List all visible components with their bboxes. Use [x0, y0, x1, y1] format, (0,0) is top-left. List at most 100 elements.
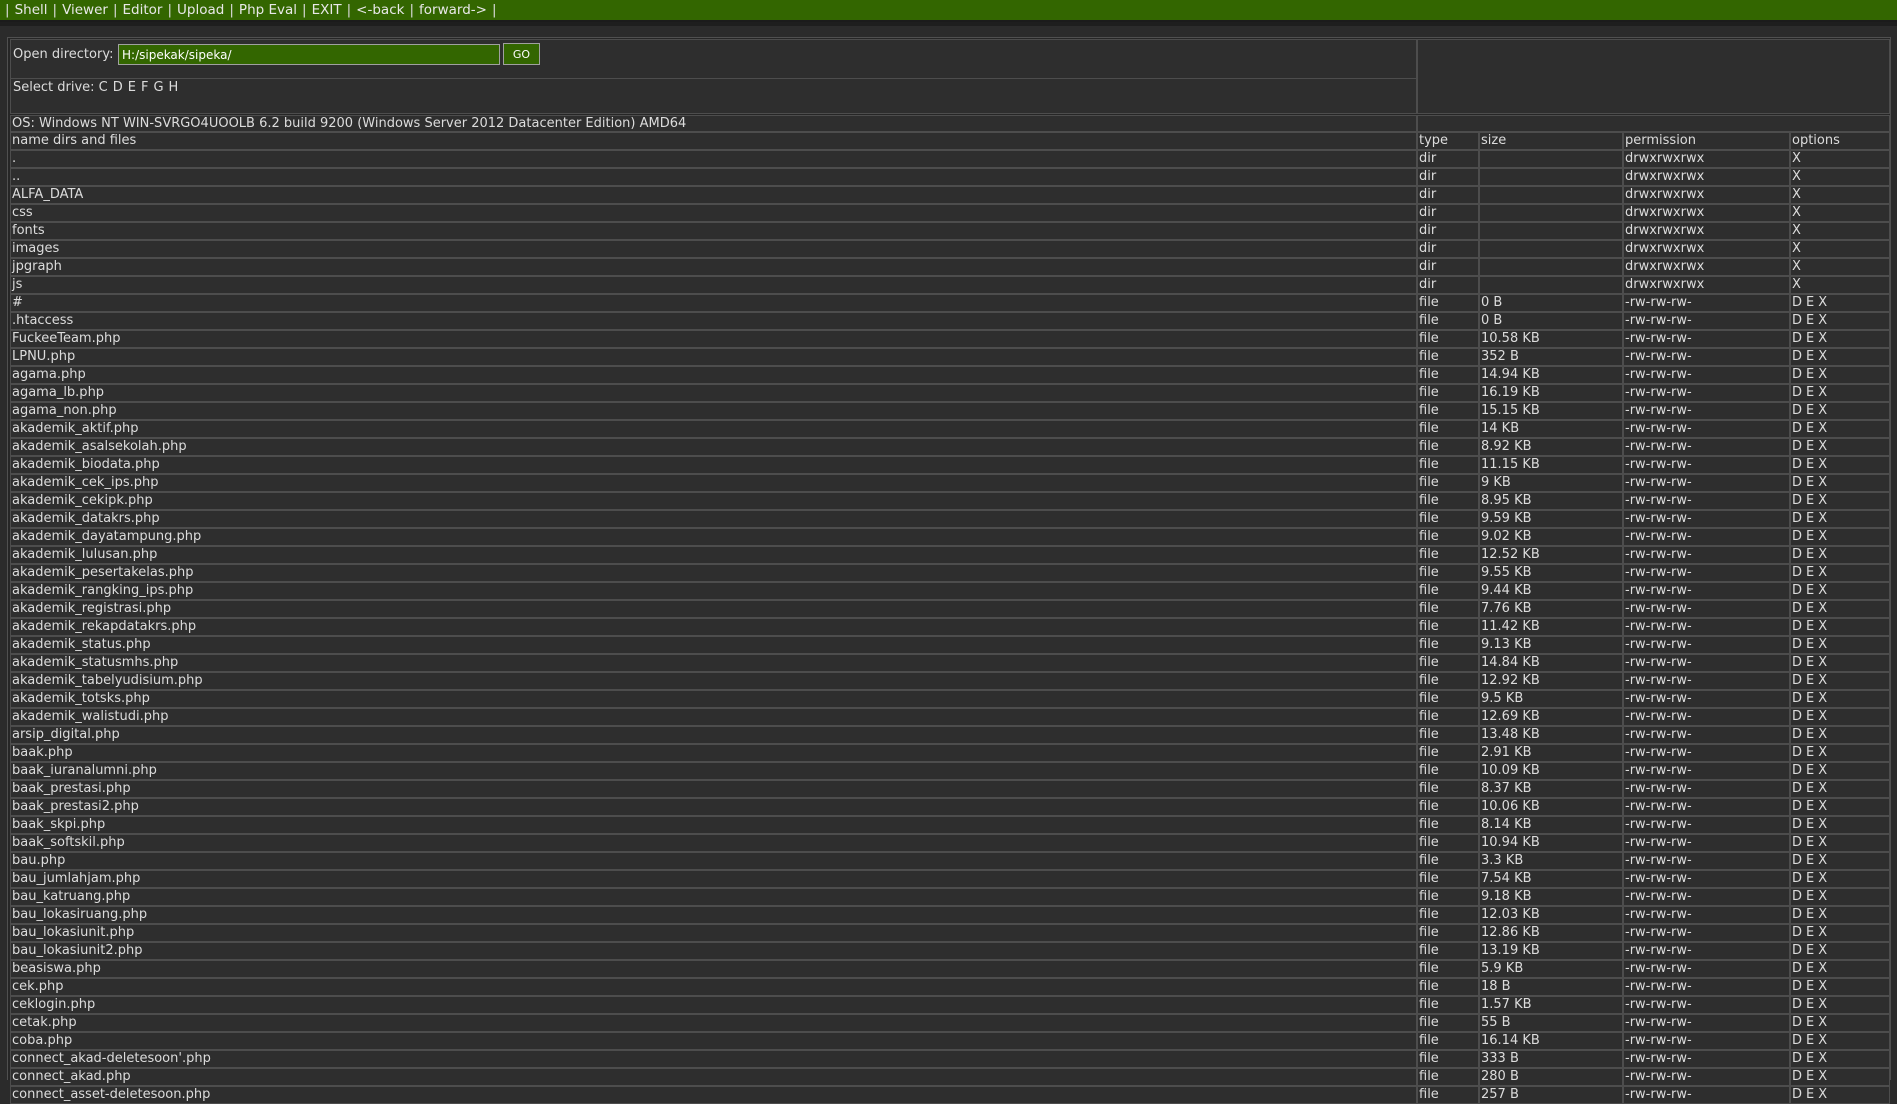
- delete-link[interactable]: X: [1818, 565, 1827, 580]
- file-name-link[interactable]: akademik_biodata.php: [10, 456, 1417, 474]
- delete-link[interactable]: X: [1818, 745, 1827, 760]
- file-name-link[interactable]: bau_lokasiunit.php: [10, 924, 1417, 942]
- file-name-link[interactable]: akademik_statusmhs.php: [10, 654, 1417, 672]
- edit-link[interactable]: E: [1806, 403, 1814, 418]
- directory-name-link[interactable]: ALFA_DATA: [10, 186, 1417, 204]
- file-name-link[interactable]: FuckeeTeam.php: [10, 330, 1417, 348]
- drive-link-h[interactable]: H: [169, 80, 179, 95]
- delete-link[interactable]: X: [1818, 925, 1827, 940]
- file-name-link[interactable]: akademik_walistudi.php: [10, 708, 1417, 726]
- download-link[interactable]: D: [1792, 871, 1802, 886]
- download-link[interactable]: D: [1792, 925, 1802, 940]
- delete-link[interactable]: X: [1818, 367, 1827, 382]
- download-link[interactable]: D: [1792, 367, 1802, 382]
- delete-link[interactable]: X: [1818, 493, 1827, 508]
- download-link[interactable]: D: [1792, 907, 1802, 922]
- edit-link[interactable]: E: [1806, 367, 1814, 382]
- file-name-link[interactable]: bau_jumlahjam.php: [10, 870, 1417, 888]
- download-link[interactable]: D: [1792, 673, 1802, 688]
- download-link[interactable]: D: [1792, 493, 1802, 508]
- download-link[interactable]: D: [1792, 961, 1802, 976]
- edit-link[interactable]: E: [1806, 727, 1814, 742]
- download-link[interactable]: D: [1792, 529, 1802, 544]
- delete-link[interactable]: X: [1792, 223, 1801, 238]
- download-link[interactable]: D: [1792, 997, 1802, 1012]
- delete-link[interactable]: X: [1792, 277, 1801, 292]
- edit-link[interactable]: E: [1806, 691, 1814, 706]
- file-name-link[interactable]: ceklogin.php: [10, 996, 1417, 1014]
- nav-link-exit[interactable]: EXIT: [312, 2, 342, 18]
- edit-link[interactable]: E: [1806, 799, 1814, 814]
- delete-link[interactable]: X: [1818, 907, 1827, 922]
- file-name-link[interactable]: akademik_rangking_ips.php: [10, 582, 1417, 600]
- delete-link[interactable]: X: [1818, 961, 1827, 976]
- delete-link[interactable]: X: [1818, 799, 1827, 814]
- edit-link[interactable]: E: [1806, 763, 1814, 778]
- file-name-link[interactable]: cek.php: [10, 978, 1417, 996]
- edit-link[interactable]: E: [1806, 907, 1814, 922]
- file-name-link[interactable]: connect_asset-deletesoon.php: [10, 1086, 1417, 1104]
- delete-link[interactable]: X: [1818, 1033, 1827, 1048]
- download-link[interactable]: D: [1792, 853, 1802, 868]
- edit-link[interactable]: E: [1806, 781, 1814, 796]
- file-name-link[interactable]: akademik_cekipk.php: [10, 492, 1417, 510]
- edit-link[interactable]: E: [1806, 673, 1814, 688]
- delete-link[interactable]: X: [1792, 205, 1801, 220]
- delete-link[interactable]: X: [1818, 295, 1827, 310]
- download-link[interactable]: D: [1792, 313, 1802, 328]
- download-link[interactable]: D: [1792, 1033, 1802, 1048]
- delete-link[interactable]: X: [1818, 727, 1827, 742]
- edit-link[interactable]: E: [1806, 835, 1814, 850]
- download-link[interactable]: D: [1792, 943, 1802, 958]
- file-name-link[interactable]: connect_akad.php: [10, 1068, 1417, 1086]
- download-link[interactable]: D: [1792, 439, 1802, 454]
- edit-link[interactable]: E: [1806, 1051, 1814, 1066]
- directory-name-link[interactable]: .: [10, 150, 1417, 168]
- file-name-link[interactable]: akademik_cek_ips.php: [10, 474, 1417, 492]
- edit-link[interactable]: E: [1806, 871, 1814, 886]
- delete-link[interactable]: X: [1818, 655, 1827, 670]
- edit-link[interactable]: E: [1806, 511, 1814, 526]
- file-name-link[interactable]: baak_skpi.php: [10, 816, 1417, 834]
- edit-link[interactable]: E: [1806, 619, 1814, 634]
- file-name-link[interactable]: baak_iuranalumni.php: [10, 762, 1417, 780]
- file-name-link[interactable]: akademik_datakrs.php: [10, 510, 1417, 528]
- edit-link[interactable]: E: [1806, 601, 1814, 616]
- download-link[interactable]: D: [1792, 709, 1802, 724]
- file-name-link[interactable]: LPNU.php: [10, 348, 1417, 366]
- edit-link[interactable]: E: [1806, 817, 1814, 832]
- edit-link[interactable]: E: [1806, 961, 1814, 976]
- edit-link[interactable]: E: [1806, 439, 1814, 454]
- file-name-link[interactable]: akademik_rekapdatakrs.php: [10, 618, 1417, 636]
- drive-link-g[interactable]: G: [153, 80, 163, 95]
- edit-link[interactable]: E: [1806, 547, 1814, 562]
- file-name-link[interactable]: akademik_asalsekolah.php: [10, 438, 1417, 456]
- delete-link[interactable]: X: [1818, 817, 1827, 832]
- edit-link[interactable]: E: [1806, 709, 1814, 724]
- edit-link[interactable]: E: [1806, 1069, 1814, 1084]
- edit-link[interactable]: E: [1806, 925, 1814, 940]
- drive-link-e[interactable]: E: [128, 80, 136, 95]
- download-link[interactable]: D: [1792, 511, 1802, 526]
- delete-link[interactable]: X: [1792, 169, 1801, 184]
- file-name-link[interactable]: cetak.php: [10, 1014, 1417, 1032]
- file-name-link[interactable]: #: [10, 294, 1417, 312]
- edit-link[interactable]: E: [1806, 889, 1814, 904]
- edit-link[interactable]: E: [1806, 943, 1814, 958]
- download-link[interactable]: D: [1792, 475, 1802, 490]
- drive-link-c[interactable]: C: [99, 80, 108, 95]
- edit-link[interactable]: E: [1806, 565, 1814, 580]
- file-name-link[interactable]: bau_lokasiruang.php: [10, 906, 1417, 924]
- file-name-link[interactable]: baak_softskil.php: [10, 834, 1417, 852]
- file-name-link[interactable]: baak_prestasi2.php: [10, 798, 1417, 816]
- download-link[interactable]: D: [1792, 1069, 1802, 1084]
- edit-link[interactable]: E: [1806, 637, 1814, 652]
- delete-link[interactable]: X: [1818, 403, 1827, 418]
- file-name-link[interactable]: agama_non.php: [10, 402, 1417, 420]
- download-link[interactable]: D: [1792, 403, 1802, 418]
- file-name-link[interactable]: connect_akad-deletesoon'.php: [10, 1050, 1417, 1068]
- edit-link[interactable]: E: [1806, 853, 1814, 868]
- download-link[interactable]: D: [1792, 547, 1802, 562]
- nav-link-shell[interactable]: Shell: [15, 2, 48, 18]
- delete-link[interactable]: X: [1792, 151, 1801, 166]
